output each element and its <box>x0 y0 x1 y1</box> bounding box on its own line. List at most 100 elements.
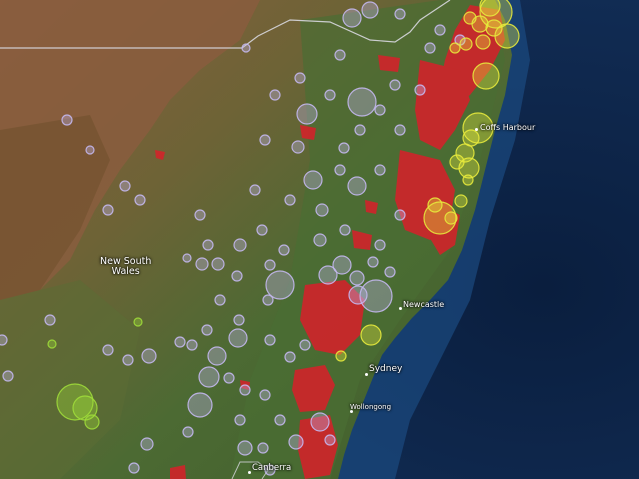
green-hotspot-marker[interactable] <box>84 414 100 430</box>
older-hotspot-marker[interactable] <box>334 164 346 176</box>
older-hotspot-marker[interactable] <box>182 426 194 438</box>
older-hotspot-marker[interactable] <box>342 8 362 28</box>
older-hotspot-marker[interactable] <box>394 8 406 20</box>
older-hotspot-marker[interactable] <box>274 414 286 426</box>
older-hotspot-marker[interactable] <box>374 104 386 116</box>
green-hotspot-marker[interactable] <box>133 317 143 327</box>
older-hotspot-marker[interactable] <box>257 442 269 454</box>
older-hotspot-marker[interactable] <box>339 224 351 236</box>
older-hotspot-marker[interactable] <box>284 194 296 206</box>
recent-hotspot-marker[interactable] <box>454 194 468 208</box>
recent-hotspot-marker[interactable] <box>479 0 501 17</box>
older-hotspot-marker[interactable] <box>354 124 366 136</box>
older-hotspot-marker[interactable] <box>202 239 214 251</box>
older-hotspot-marker[interactable] <box>2 370 14 382</box>
older-hotspot-marker[interactable] <box>264 334 276 346</box>
older-hotspot-marker[interactable] <box>0 334 8 346</box>
older-hotspot-marker[interactable] <box>294 72 306 84</box>
older-hotspot-marker[interactable] <box>259 389 271 401</box>
older-hotspot-marker[interactable] <box>256 224 268 236</box>
city-label-canberra[interactable]: Canberra <box>252 463 291 473</box>
older-hotspot-marker[interactable] <box>174 336 186 348</box>
older-hotspot-marker[interactable] <box>207 346 227 366</box>
older-hotspot-marker[interactable] <box>262 294 274 306</box>
older-hotspot-marker[interactable] <box>141 348 157 364</box>
older-hotspot-marker[interactable] <box>313 233 327 247</box>
older-hotspot-marker[interactable] <box>288 434 304 450</box>
older-hotspot-marker[interactable] <box>237 440 253 456</box>
older-hotspot-marker[interactable] <box>264 259 276 271</box>
older-hotspot-marker[interactable] <box>259 134 271 146</box>
recent-hotspot-marker[interactable] <box>449 154 465 170</box>
older-hotspot-marker[interactable] <box>347 176 367 196</box>
older-hotspot-marker[interactable] <box>334 49 346 61</box>
older-hotspot-marker[interactable] <box>394 209 406 221</box>
older-hotspot-marker[interactable] <box>269 89 281 101</box>
green-hotspot-marker[interactable] <box>47 339 57 349</box>
older-hotspot-marker[interactable] <box>128 462 140 474</box>
older-hotspot-marker[interactable] <box>201 324 213 336</box>
older-hotspot-marker[interactable] <box>186 339 198 351</box>
city-label-coffs[interactable]: Coffs Harbour <box>480 123 535 132</box>
city-label-newcastle[interactable]: Newcastle <box>403 300 444 309</box>
recent-hotspot-marker[interactable] <box>427 197 443 213</box>
older-hotspot-marker[interactable] <box>233 314 245 326</box>
older-hotspot-marker[interactable] <box>102 344 114 356</box>
older-hotspot-marker[interactable] <box>278 244 290 256</box>
older-hotspot-marker[interactable] <box>194 209 206 221</box>
older-hotspot-marker[interactable] <box>187 392 213 418</box>
older-hotspot-marker[interactable] <box>211 257 225 271</box>
city-label-wollongong[interactable]: Wollongong <box>350 403 391 411</box>
older-hotspot-marker[interactable] <box>198 366 220 388</box>
older-hotspot-marker[interactable] <box>239 384 251 396</box>
older-hotspot-marker[interactable] <box>140 437 154 451</box>
older-hotspot-marker[interactable] <box>122 354 134 366</box>
older-hotspot-marker[interactable] <box>394 124 406 136</box>
older-hotspot-marker[interactable] <box>347 87 377 117</box>
older-hotspot-marker[interactable] <box>102 204 114 216</box>
recent-hotspot-marker[interactable] <box>472 62 500 90</box>
older-hotspot-marker[interactable] <box>265 270 295 300</box>
recent-hotspot-marker[interactable] <box>475 34 491 50</box>
recent-hotspot-marker[interactable] <box>449 42 461 54</box>
older-hotspot-marker[interactable] <box>384 266 396 278</box>
recent-hotspot-marker[interactable] <box>335 350 347 362</box>
older-hotspot-marker[interactable] <box>249 184 261 196</box>
recent-hotspot-marker[interactable] <box>462 174 474 186</box>
older-hotspot-marker[interactable] <box>85 145 95 155</box>
older-hotspot-marker[interactable] <box>231 270 243 282</box>
older-hotspot-marker[interactable] <box>241 43 251 53</box>
older-hotspot-marker[interactable] <box>299 339 311 351</box>
older-hotspot-marker[interactable] <box>424 42 436 54</box>
older-hotspot-marker[interactable] <box>367 256 379 268</box>
recent-hotspot-marker[interactable] <box>444 211 458 225</box>
older-hotspot-marker[interactable] <box>349 270 365 286</box>
older-hotspot-marker[interactable] <box>223 372 235 384</box>
older-hotspot-marker[interactable] <box>348 285 368 305</box>
older-hotspot-marker[interactable] <box>414 84 426 96</box>
older-hotspot-marker[interactable] <box>310 412 330 432</box>
older-hotspot-marker[interactable] <box>214 294 226 306</box>
older-hotspot-marker[interactable] <box>303 170 323 190</box>
city-label-sydney[interactable]: Sydney <box>369 364 402 374</box>
older-hotspot-marker[interactable] <box>195 257 209 271</box>
map-canvas[interactable]: New South Wales Coffs Harbour Newcastle … <box>0 0 639 479</box>
older-hotspot-marker[interactable] <box>234 414 246 426</box>
recent-hotspot-marker[interactable] <box>360 324 382 346</box>
older-hotspot-marker[interactable] <box>434 24 446 36</box>
older-hotspot-marker[interactable] <box>338 142 350 154</box>
older-hotspot-marker[interactable] <box>182 253 192 263</box>
older-hotspot-marker[interactable] <box>374 239 386 251</box>
older-hotspot-marker[interactable] <box>361 1 379 19</box>
older-hotspot-marker[interactable] <box>284 351 296 363</box>
older-hotspot-marker[interactable] <box>315 203 329 217</box>
older-hotspot-marker[interactable] <box>332 255 352 275</box>
recent-hotspot-marker[interactable] <box>463 11 477 25</box>
older-hotspot-marker[interactable] <box>324 434 336 446</box>
older-hotspot-marker[interactable] <box>228 328 248 348</box>
older-hotspot-marker[interactable] <box>291 140 305 154</box>
older-hotspot-marker[interactable] <box>44 314 56 326</box>
older-hotspot-marker[interactable] <box>324 89 336 101</box>
older-hotspot-marker[interactable] <box>233 238 247 252</box>
older-hotspot-marker[interactable] <box>61 114 73 126</box>
